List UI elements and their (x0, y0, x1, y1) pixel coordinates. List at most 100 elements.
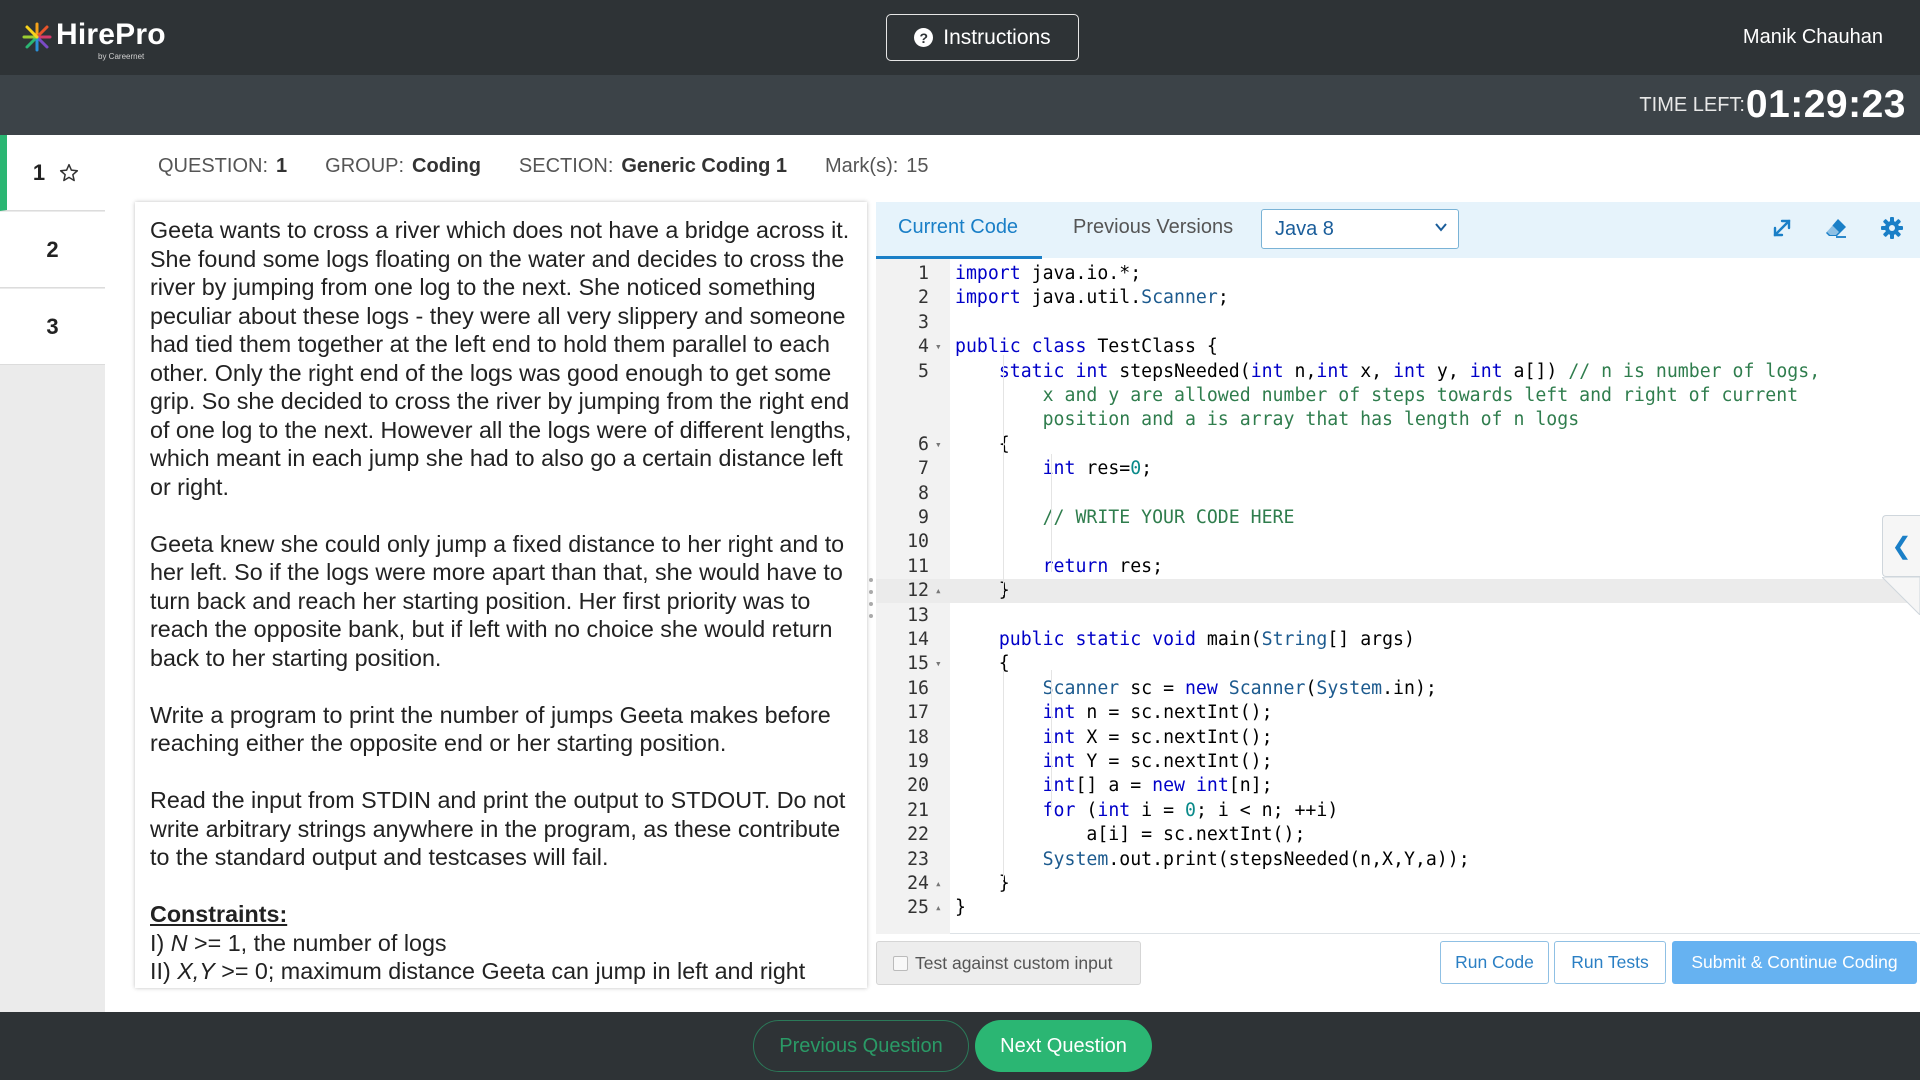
star-outline-icon[interactable] (59, 163, 79, 183)
code-line[interactable]: 25 ▴} (876, 896, 1920, 920)
logo-burst-icon (22, 22, 52, 52)
fold-toggle-icon[interactable]: ▴ (935, 872, 942, 896)
settings-gear-icon[interactable] (1880, 216, 1904, 240)
brand-name: HirePro (56, 18, 166, 51)
line-number: 9 (918, 507, 929, 528)
question-number: 2 (46, 236, 59, 262)
code-line[interactable]: 13 (876, 604, 1920, 628)
language-select[interactable]: Java 8 (1261, 209, 1459, 249)
user-name[interactable]: Manik Chauhan (1743, 26, 1883, 49)
code-line[interactable]: 2 import java.util.Scanner; (876, 286, 1920, 310)
problem-paragraph: Read the input from STDIN and print the … (150, 787, 846, 870)
code-text[interactable]: position and a is array that has length … (955, 408, 1580, 432)
code-line[interactable]: 12 ▴ } (876, 579, 1920, 604)
code-line[interactable]: 6 ▾ { (876, 433, 1920, 457)
code-line[interactable]: 24 ▴ } (876, 872, 1920, 896)
line-number: 24 (907, 873, 929, 894)
code-text[interactable]: Scanner sc = new Scanner(System.in); (955, 677, 1437, 701)
line-number: 11 (907, 555, 929, 577)
previous-question-button[interactable]: Previous Question (753, 1020, 969, 1072)
code-text[interactable]: import java.util.Scanner; (955, 286, 1229, 310)
fold-toggle-icon[interactable]: ▾ (935, 433, 942, 457)
code-text[interactable]: for (int i = 0; i < n; ++i) (955, 799, 1339, 823)
code-line[interactable]: 1 import java.io.*; (876, 262, 1920, 286)
expand-icon[interactable] (1770, 216, 1794, 240)
custom-input-toggle[interactable]: Test against custom input (876, 941, 1141, 985)
fold-toggle-icon[interactable]: ▴ (935, 896, 942, 920)
code-text[interactable]: import java.io.*; (955, 262, 1141, 286)
question-meta: QUESTION: 1 GROUP: Coding SECTION: Gener… (158, 155, 967, 178)
constraint-line-2: II) X,Y >= 0; maximum distance Geeta can… (150, 957, 856, 986)
code-line[interactable]: 10 (876, 530, 1920, 554)
code-line[interactable]: 3 (876, 311, 1920, 335)
code-line[interactable]: 23 System.out.print(stepsNeeded(n,X,Y,a)… (876, 848, 1920, 872)
hirepro-logo: HirePro by Careernet (22, 18, 166, 61)
fold-toggle-icon[interactable]: ▴ (935, 579, 942, 603)
code-line[interactable]: 17 int n = sc.nextInt(); (876, 701, 1920, 725)
code-text[interactable]: System.out.print(stepsNeeded(n,X,Y,a)); (955, 848, 1470, 872)
line-number: 2 (918, 287, 929, 309)
code-line[interactable]: position and a is array that has length … (876, 408, 1920, 432)
fold-toggle-icon[interactable]: ▾ (935, 652, 942, 676)
line-number: 23 (907, 848, 929, 870)
tab-current-code[interactable]: Current Code (898, 216, 1018, 239)
panel-splitter-handle[interactable] (868, 574, 874, 622)
code-text[interactable]: a[i] = sc.nextInt(); (955, 823, 1305, 847)
side-panel-fold-corner (1882, 577, 1920, 615)
code-line[interactable]: 16 Scanner sc = new Scanner(System.in); (876, 677, 1920, 701)
code-line[interactable]: 9 // WRITE YOUR CODE HERE (876, 506, 1920, 530)
side-panel-toggle[interactable]: ❮ (1882, 515, 1920, 577)
code-text[interactable]: } (955, 579, 1010, 603)
code-line[interactable]: 5 static int stepsNeeded(int n,int x, in… (876, 360, 1920, 384)
marks-value: 15 (906, 155, 929, 177)
constraint-text: >= 0; maximum distance Geeta can jump in… (214, 958, 806, 984)
marks-key: Mark(s): (824, 155, 899, 177)
code-line[interactable]: 21 for (int i = 0; i < n; ++i) (876, 799, 1920, 823)
question-nav-item-2[interactable]: 2 (0, 212, 105, 288)
tab-previous-versions[interactable]: Previous Versions (1073, 216, 1233, 239)
code-line[interactable]: 14 public static void main(String[] args… (876, 628, 1920, 652)
code-text[interactable]: { (955, 652, 1010, 676)
line-number: 12 (907, 580, 929, 602)
code-text[interactable]: int res=0; (955, 457, 1153, 481)
code-text[interactable]: { (955, 433, 1010, 457)
eraser-icon[interactable] (1824, 216, 1848, 240)
code-line[interactable]: x and y are allowed number of steps towa… (876, 384, 1920, 408)
submit-continue-button[interactable]: Submit & Continue Coding (1672, 941, 1917, 984)
code-line[interactable]: 20 int[] a = new int[n]; (876, 774, 1920, 798)
code-text[interactable]: } (955, 896, 966, 920)
question-nav-item-3[interactable]: 3 (0, 289, 105, 365)
next-question-button[interactable]: Next Question (975, 1020, 1152, 1072)
custom-input-checkbox[interactable] (893, 955, 908, 971)
timer-strip (0, 75, 1920, 135)
indent-guide (1003, 670, 1004, 880)
code-line[interactable]: 11 return res; (876, 555, 1920, 579)
code-line[interactable]: 8 (876, 482, 1920, 506)
problem-paragraph: Geeta wants to cross a river which does … (150, 217, 852, 500)
question-nav-item-1[interactable]: 1 (0, 135, 105, 211)
group-key: GROUP: (325, 155, 405, 177)
run-tests-button[interactable]: Run Tests (1554, 941, 1666, 984)
code-text[interactable]: x and y are allowed number of steps towa… (955, 384, 1799, 408)
fold-toggle-icon[interactable]: ▾ (935, 335, 942, 359)
code-line[interactable]: 15 ▾ { (876, 652, 1920, 676)
question-number: 1 (32, 159, 46, 185)
code-text[interactable]: // WRITE YOUR CODE HERE (955, 506, 1295, 530)
code-text[interactable]: } (955, 872, 1010, 896)
code-line[interactable]: 19 int Y = sc.nextInt(); (876, 750, 1920, 774)
constraint-prefix: II) (150, 958, 178, 984)
line-number: 21 (907, 799, 929, 821)
code-line[interactable]: 22 a[i] = sc.nextInt(); (876, 823, 1920, 847)
line-number: 8 (918, 482, 929, 504)
code-text[interactable]: public class TestClass { (955, 335, 1218, 359)
code-text[interactable]: public static void main(String[] args) (955, 628, 1415, 652)
code-text[interactable]: static int stepsNeeded(int n,int x, int … (955, 360, 1820, 384)
instructions-button[interactable]: ? Instructions (886, 14, 1079, 61)
run-code-button[interactable]: Run Code (1440, 941, 1549, 984)
code-text[interactable]: return res; (955, 555, 1163, 579)
problem-statement-panel[interactable]: Geeta wants to cross a river which does … (135, 202, 867, 988)
code-line[interactable]: 4 ▾ public class TestClass { (876, 335, 1920, 359)
code-line[interactable]: 18 int X = sc.nextInt(); (876, 726, 1920, 750)
problem-body: Geeta wants to cross a river which does … (150, 216, 856, 986)
code-line[interactable]: 7 int res=0; (876, 457, 1920, 481)
